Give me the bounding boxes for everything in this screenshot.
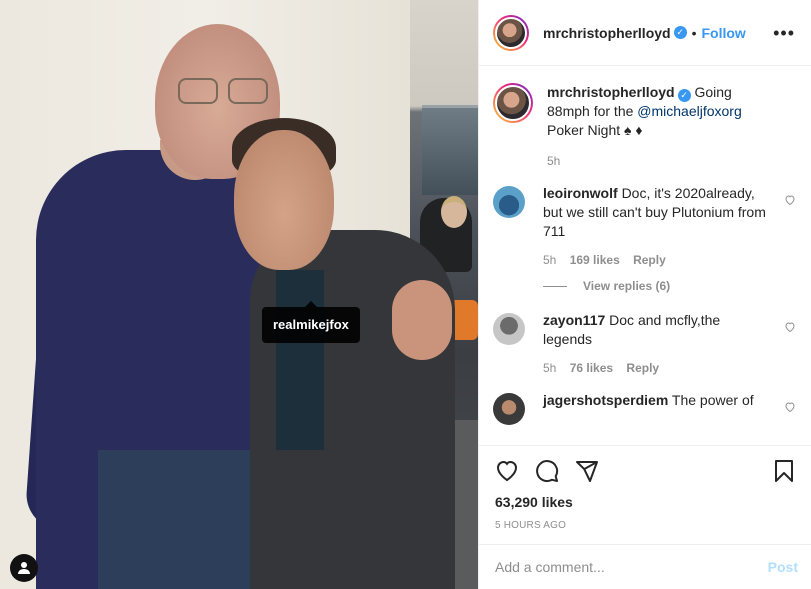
verified-badge-icon: ✓	[673, 26, 687, 39]
caption-username[interactable]: mrchristopherlloyd	[547, 84, 675, 100]
view-replies-label: View replies (6)	[583, 279, 671, 293]
like-count[interactable]: 63,290 likes	[495, 494, 796, 510]
caption-text-end: Poker Night ♠ ♦	[547, 122, 643, 138]
add-comment-input[interactable]	[495, 559, 768, 575]
photo-person-left-glasses	[178, 78, 270, 106]
author-avatar[interactable]	[493, 14, 529, 51]
caption-time[interactable]: 5h	[547, 154, 560, 168]
caption-avatar[interactable]	[493, 83, 533, 123]
user-icon	[18, 562, 30, 574]
photo-person-right-head	[234, 130, 334, 270]
view-replies-button[interactable]: View replies (6)	[543, 279, 796, 293]
separator-dot: •	[691, 24, 697, 41]
comment-likes[interactable]: 76 likes	[570, 361, 613, 375]
reply-button[interactable]: Reply	[633, 253, 666, 267]
verified-badge-icon: ✓	[677, 89, 691, 102]
commenter-username[interactable]: jagershotsperdiem	[543, 392, 668, 408]
comment-likes[interactable]: 169 likes	[570, 253, 620, 267]
follow-button[interactable]: Follow	[702, 25, 746, 41]
comment-text: The power of	[671, 392, 754, 408]
heart-icon[interactable]	[495, 459, 519, 483]
more-options-icon[interactable]: •••	[773, 24, 795, 42]
comment-time[interactable]: 5h	[543, 253, 556, 267]
reply-button[interactable]: Reply	[626, 361, 659, 375]
author-username[interactable]: mrchristopherlloyd	[543, 25, 671, 41]
view-replies-line	[543, 285, 567, 287]
photo-background-window	[422, 105, 478, 195]
comment-like-heart-icon[interactable]	[784, 321, 796, 333]
post-header: mrchristopherlloyd ✓ • Follow •••	[479, 0, 811, 66]
caption-mention-link[interactable]: @michaeljfoxorg	[637, 103, 741, 119]
user-tags-button[interactable]	[10, 554, 38, 582]
comment-like-heart-icon[interactable]	[784, 401, 796, 413]
photo-person-right-shirt	[276, 270, 324, 450]
photo-person-left-jeans	[98, 450, 268, 589]
post-timestamp[interactable]: 5 HOURS AGO	[495, 520, 796, 531]
commenter-avatar[interactable]	[493, 393, 525, 425]
photo-person-left-hand	[392, 280, 452, 360]
commenter-avatar[interactable]	[493, 186, 525, 218]
commenter-username[interactable]: leoironwolf	[543, 185, 618, 201]
commenter-username[interactable]: zayon117	[543, 312, 605, 328]
add-comment-bar: Post	[479, 544, 811, 589]
photo-background-person-head	[441, 196, 467, 228]
post-photo[interactable]: realmikejfox	[0, 0, 478, 589]
share-icon[interactable]	[575, 459, 599, 483]
comments-list[interactable]: mrchristopherlloyd ✓ Going 88mph for the …	[479, 67, 811, 445]
post-actions: 63,290 likes 5 HOURS AGO	[479, 445, 811, 531]
caption: mrchristopherlloyd ✓ Going 88mph for the …	[493, 83, 796, 168]
comment-item: zayon117 Doc and mcfly,the legends 5h 76…	[493, 311, 796, 375]
comment-like-heart-icon[interactable]	[784, 194, 796, 206]
comment-item: leoironwolf Doc, it's 2020already, but w…	[493, 184, 796, 267]
post-sidebar: mrchristopherlloyd ✓ • Follow ••• mrchri…	[478, 0, 811, 589]
comment-time[interactable]: 5h	[543, 361, 556, 375]
comment-icon[interactable]	[535, 459, 559, 483]
commenter-avatar[interactable]	[493, 313, 525, 345]
post-comment-button[interactable]: Post	[768, 559, 798, 575]
bookmark-icon[interactable]	[772, 459, 796, 483]
comment-item: jagershotsperdiem The power of	[493, 391, 796, 425]
user-tag-label[interactable]: realmikejfox	[262, 301, 360, 343]
